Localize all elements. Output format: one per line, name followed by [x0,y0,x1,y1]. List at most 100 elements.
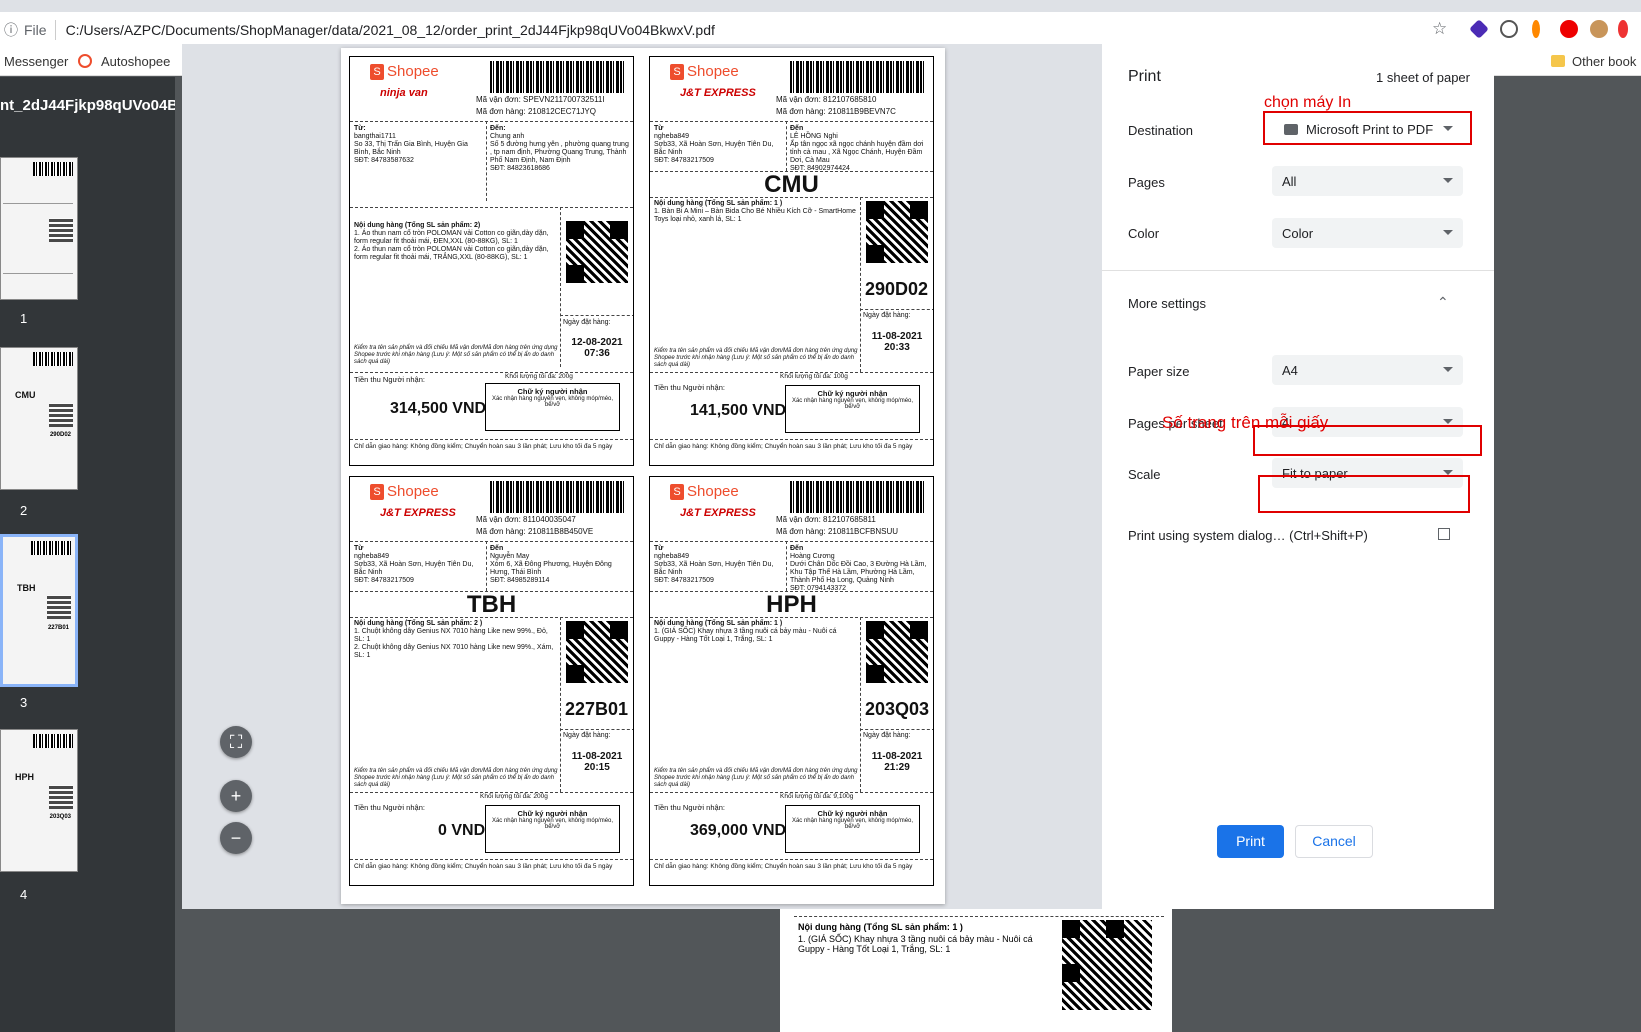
delivery-instructions: Chỉ dẫn giao hàng: Không đồng kiểm; Chuy… [354,863,613,870]
pages-select[interactable]: All [1272,166,1463,196]
adblock-icon[interactable] [1560,20,1578,38]
order-contents: Nội dung hàng (Tổng SL sản phẩm: 1 ) 1. B… [654,200,859,224]
fit-to-page-button[interactable]: ⛶ [220,726,252,758]
bookmark-messenger[interactable]: Messenger [4,54,68,69]
thumb-area-code: TBH [17,583,36,593]
annotation-destination: chọn máy In [1264,94,1352,111]
other-bookmarks[interactable]: Other book [1572,54,1636,69]
cod-amount: 0 VND [438,822,486,839]
behind-qr [1062,920,1152,1010]
divider [560,617,561,792]
divider [860,729,933,730]
contents-text: 1. Chuột không dây Genius NX 7010 hàng L… [354,628,554,659]
zoom-out-button[interactable]: − [220,822,252,854]
thumb-barcode [33,734,73,748]
color-select[interactable]: Color [1272,218,1463,248]
thumb-sort-code: 227B01 [47,625,69,631]
page-thumbnail-2[interactable]: CMU 290D02 [0,347,78,490]
info-icon: ⓘ [4,22,18,38]
recipient-block: Đến Nguyễn May Xóm 6, Xã Đông Phương, Huy… [490,545,630,585]
open-external-icon[interactable] [1438,528,1450,540]
signature-box: Chữ ký người nhận Xác nhận hàng nguyên vẹ… [785,385,920,433]
tracking-number: Mã vận đơn: 812107685811 [776,515,876,524]
check-note: Kiểm tra tên sản phẩm và đối chiếu Mã vậ… [654,348,858,368]
divider [486,121,487,201]
signature-note: Xác nhận hàng nguyên vẹn, không móp/méo,… [791,398,914,410]
divider [350,859,633,860]
page-thumbnail-4[interactable]: HPH 203Q03 [0,729,78,872]
color-value: Color [1282,226,1314,241]
folder-icon [1551,55,1565,67]
zoom-in-button[interactable]: + [220,780,252,812]
carrier-logo: J&T EXPRESS [680,87,756,99]
order-contents: Nội dung hàng (Tổng SL sản phẩm: 1 ) 1. (… [654,620,859,644]
area-code: CMU [764,171,819,198]
print-title: Print [1128,68,1161,85]
divider [560,729,633,730]
order-date: 11-08-2021 20:15 [571,751,623,773]
pages-label: Pages [1128,175,1165,190]
paper-size-value: A4 [1282,363,1298,378]
order-number: Mã đơn hàng: 210811BCFBNSUU [776,527,899,536]
paper-size-select[interactable]: A4 [1272,355,1463,385]
divider [860,197,861,372]
divider [350,617,633,618]
sort-code: 203Q03 [865,699,930,719]
print-preview-page: S Shopee ninja van Mã vận đơn: SPEVN21170… [341,48,945,904]
qr-code [866,621,928,683]
recipient-title: Đến: [490,125,506,132]
timer-extension-icon[interactable] [1500,20,1518,38]
page-thumbnail-1[interactable] [0,157,78,300]
divider [650,541,933,542]
signature-box: Chữ ký người nhận Xác nhận hàng nguyên vẹ… [485,383,620,431]
address-bar[interactable]: ⓘ File C:/Users/AZPC/Documents/ShopManage… [0,12,1641,48]
shopee-bag-icon: S [370,483,384,500]
order-date: 11-08-2021 20:33 [871,331,923,353]
signature-title: Chữ ký người nhận [817,389,888,398]
behind-content-text: 1. (GIÁ SỐC) Khay nhựa 3 tầng nuôi cá bả… [798,934,1033,954]
sender-title: Từ [654,125,664,132]
page-thumbnail-3[interactable]: TBH 227B01 [0,534,78,687]
cod-amount: 369,000 VND [690,822,787,839]
carrier-logo: J&T EXPRESS [680,507,756,519]
logo-text: Shopee [687,63,739,80]
divider [786,121,787,171]
extension-icon[interactable] [1532,20,1540,38]
max-weight: Khối lượng tối đa: 200g [505,373,573,380]
tracking-number: Mã vận đơn: 811040035047 [476,515,576,524]
thumb-barcode [33,162,73,176]
recipient-block: Đến: Chung anh Số 5 đường hưng yên , phườ… [490,125,630,173]
shopee-bag-icon: S [670,483,684,500]
system-dialog-link[interactable]: Print using system dialog… (Ctrl+Shift+P… [1128,528,1368,543]
star-icon[interactable]: ☆ [1432,19,1447,39]
cookie-extension-icon[interactable] [1590,20,1608,38]
tracking-number: Mã vận đơn: SPEVN211700732511I [476,95,605,104]
chevron-down-icon [1443,230,1453,235]
divider [560,315,633,316]
order-number: Mã đơn hàng: 210812CEC71JYQ [476,107,596,116]
sheet-count: 1 sheet of paper [1376,70,1470,85]
thumb-barcode [33,352,73,366]
print-button[interactable]: Print [1217,825,1284,858]
carrier-logo: ninja van [380,87,428,99]
contents-title: Nội dung hàng (Tổng SL sản phẩm: 2) [354,222,481,229]
color-label: Color [1128,226,1160,241]
sender-block: Từ: bangthai1711 So 33, Thị Trấn Gia Bình… [354,125,484,165]
file-chip[interactable]: ⓘ File [4,20,56,40]
cancel-button[interactable]: Cancel [1295,825,1373,858]
recipient-text: Hoàng Cương Dưới Chân Dốc Đồi Cao, 3 Đườ… [790,553,927,592]
chevron-up-icon[interactable]: ⌃ [1437,294,1449,311]
recipient-text: LÊ HỒNG Nghi Ấp tân ngọc xã ngọc chánh h… [790,133,924,172]
recipient-title: Đến [490,545,504,552]
extension-icon[interactable] [1618,20,1628,38]
check-note: Kiểm tra tên sản phẩm và đối chiếu Mã vậ… [654,768,858,788]
thumb-qr [49,218,73,242]
barcode [490,61,625,93]
sender-text: bangthai1711 So 33, Thị Trấn Gia Bình, H… [354,133,468,164]
bookmark-autoshopee[interactable]: Autoshopee [101,54,170,69]
area-code: TBH [466,591,517,618]
divider [860,617,861,792]
pages-value: All [1282,174,1297,189]
url-text[interactable]: C:/Users/AZPC/Documents/ShopManager/data… [66,22,715,38]
more-settings-toggle[interactable]: More settings [1128,296,1206,311]
